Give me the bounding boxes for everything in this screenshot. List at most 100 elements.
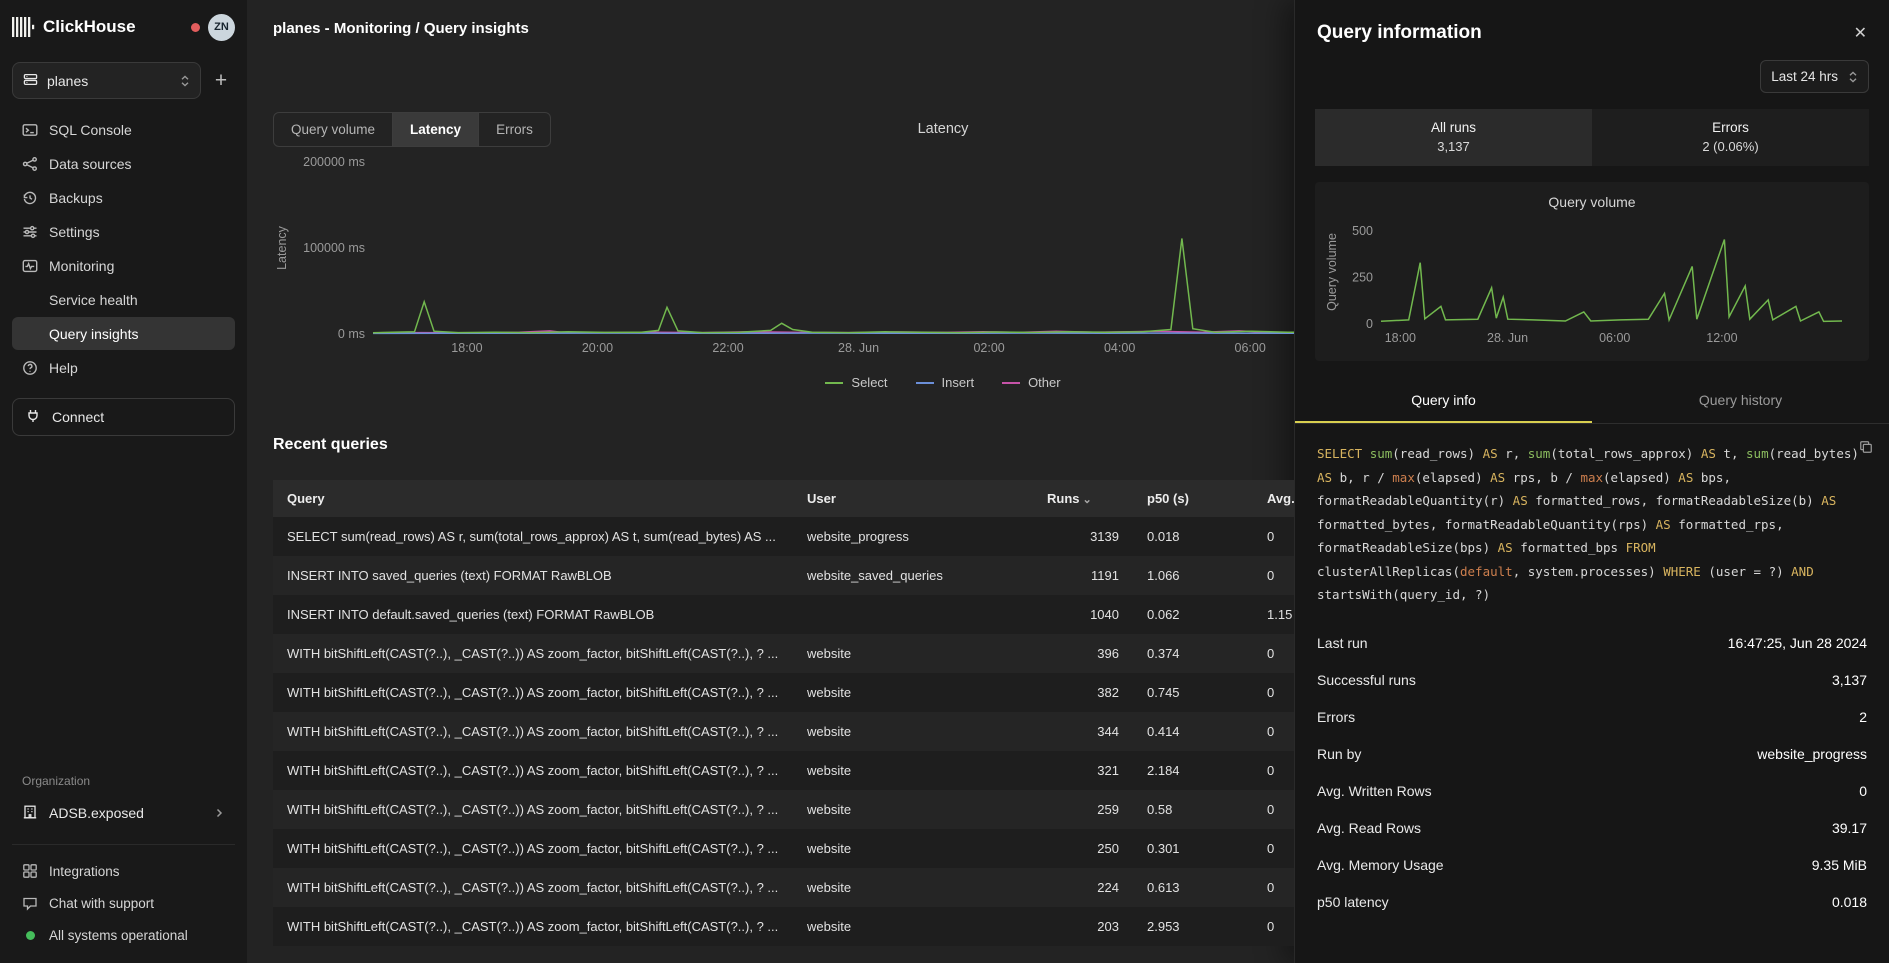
column-header-p50[interactable]: p50 (s)	[1133, 480, 1253, 517]
sidebar-item-help[interactable]: Help	[12, 351, 235, 384]
recent-queries-title: Recent queries	[273, 436, 1294, 454]
avatar[interactable]: ZN	[208, 14, 235, 41]
cell-runs: 250	[1033, 829, 1133, 868]
column-header-runs[interactable]: Runs⌄	[1033, 480, 1133, 517]
sidebar-item-label: Settings	[49, 224, 100, 240]
detail-value: 16:47:25, Jun 28 2024	[1728, 635, 1867, 651]
detail-row: p50 latency 0.018	[1317, 884, 1867, 921]
sidebar-item-backups[interactable]: Backups	[12, 181, 235, 214]
clickhouse-logo-icon	[12, 17, 35, 37]
table-row[interactable]: WITH bitShiftLeft(CAST(?..), _CAST(?..))…	[273, 790, 1294, 829]
detail-row: Errors 2	[1317, 699, 1867, 736]
detail-label: Last run	[1317, 635, 1368, 651]
table-row[interactable]: SELECT sum(read_rows) AS r, sum(total_ro…	[273, 517, 1294, 556]
legend-item[interactable]: Insert	[916, 375, 975, 390]
detail-label: Run by	[1317, 746, 1361, 762]
sidebar-item-data-sources[interactable]: Data sources	[12, 147, 235, 180]
detail-label: Avg. Memory Usage	[1317, 857, 1444, 873]
copy-icon[interactable]	[1859, 440, 1873, 457]
sidebar-item-label: Query insights	[49, 326, 138, 342]
brand-name: ClickHouse	[43, 17, 136, 37]
query-details: Last run 16:47:25, Jun 28 2024 Successfu…	[1295, 615, 1889, 921]
tab-query-volume[interactable]: Query volume	[274, 113, 393, 146]
detail-value: 9.35 MiB	[1812, 857, 1867, 873]
cell-avg: 0	[1253, 712, 1294, 751]
table-row[interactable]: WITH bitShiftLeft(CAST(?..), _CAST(?..))…	[273, 829, 1294, 868]
table-row[interactable]: INSERT INTO saved_queries (text) FORMAT …	[273, 556, 1294, 595]
sidebar-item-service-health[interactable]: Service health	[12, 283, 235, 316]
stat-tab-errors[interactable]: Errors 2 (0.06%)	[1592, 109, 1869, 166]
notification-dot[interactable]	[191, 23, 200, 32]
sidebar-item-monitoring[interactable]: Monitoring	[12, 249, 235, 282]
table-row[interactable]: WITH bitShiftLeft(CAST(?..), _CAST(?..))…	[273, 907, 1294, 946]
close-icon[interactable]: ✕	[1854, 23, 1867, 43]
sidebar-item-system-status[interactable]: All systems operational	[12, 919, 235, 951]
column-header-avg[interactable]: Avg.	[1253, 480, 1294, 517]
panel-title: Query information	[1317, 22, 1482, 44]
service-selector[interactable]: planes	[12, 62, 201, 99]
table-row[interactable]: INSERT INTO default.saved_queries (text)…	[273, 595, 1294, 634]
panel-header: Query information ✕	[1295, 0, 1889, 52]
main-content: planes - Monitoring / Query insights Que…	[247, 0, 1294, 963]
svg-text:28. Jun: 28. Jun	[1487, 331, 1528, 345]
detail-value: website_progress	[1757, 746, 1867, 762]
app-root: ClickHouse ZN planes + SQL Console Data …	[0, 0, 1889, 963]
stat-tab-all-runs[interactable]: All runs 3,137	[1315, 109, 1592, 166]
time-range-value: Last 24 hrs	[1771, 69, 1838, 84]
sidebar-item-chat-support[interactable]: Chat with support	[12, 887, 235, 919]
organization-label: Organization	[22, 774, 225, 788]
tab-query-history[interactable]: Query history	[1592, 379, 1889, 423]
cell-avg: 0	[1253, 790, 1294, 829]
brand[interactable]: ClickHouse	[12, 17, 136, 37]
tab-latency[interactable]: Latency	[393, 113, 479, 146]
cell-runs: 382	[1033, 673, 1133, 712]
organization-section: Organization ADSB.exposed	[12, 774, 235, 830]
detail-value: 3,137	[1832, 672, 1867, 688]
connect-button[interactable]: Connect	[12, 398, 235, 436]
table-row[interactable]: WITH bitShiftLeft(CAST(?..), _CAST(?..))…	[273, 751, 1294, 790]
latency-legend: Select Insert Other	[273, 375, 1294, 390]
sidebar-item-integrations[interactable]: Integrations	[12, 855, 235, 887]
table-row[interactable]: WITH bitShiftLeft(CAST(?..), _CAST(?..))…	[273, 634, 1294, 673]
stat-tab-label: All runs	[1315, 120, 1592, 135]
add-service-button[interactable]: +	[207, 67, 235, 95]
legend-item[interactable]: Other	[1002, 375, 1061, 390]
cell-p50: 0.018	[1133, 517, 1253, 556]
table-row[interactable]: WITH bitShiftLeft(CAST(?..), _CAST(?..))…	[273, 673, 1294, 712]
svg-text:18:00: 18:00	[1385, 331, 1416, 345]
cell-avg: 0	[1253, 634, 1294, 673]
table-row[interactable]: WITH bitShiftLeft(CAST(?..), _CAST(?..))…	[273, 712, 1294, 751]
sliders-icon	[22, 224, 38, 240]
cell-user: website	[793, 634, 1033, 673]
organization-item[interactable]: ADSB.exposed	[12, 796, 235, 830]
cell-runs: 396	[1033, 634, 1133, 673]
cell-p50: 0.58	[1133, 790, 1253, 829]
cell-runs: 1040	[1033, 595, 1133, 634]
svg-text:22:00: 22:00	[712, 341, 743, 355]
sidebar-nav: SQL Console Data sources Backups Setting…	[12, 113, 235, 384]
stat-tab-value: 2 (0.06%)	[1592, 139, 1869, 154]
table-row[interactable]: WITH bitShiftLeft(CAST(?..), _CAST(?..))…	[273, 868, 1294, 907]
cell-p50: 0.062	[1133, 595, 1253, 634]
detail-label: p50 latency	[1317, 894, 1389, 910]
cell-avg: 0	[1253, 829, 1294, 868]
sidebar-header: ClickHouse ZN	[12, 0, 235, 54]
column-header-user[interactable]: User	[793, 480, 1033, 517]
legend-item[interactable]: Select	[825, 375, 887, 390]
cell-user: website	[793, 907, 1033, 946]
cell-query: WITH bitShiftLeft(CAST(?..), _CAST(?..))…	[273, 907, 793, 946]
sidebar-item-settings[interactable]: Settings	[12, 215, 235, 248]
tab-query-info[interactable]: Query info	[1295, 379, 1592, 423]
cell-query: WITH bitShiftLeft(CAST(?..), _CAST(?..))…	[273, 868, 793, 907]
sidebar-item-sql-console[interactable]: SQL Console	[12, 113, 235, 146]
sql-code[interactable]: SELECT sum(read_rows) AS r, sum(total_ro…	[1317, 446, 1859, 602]
sidebar-item-query-insights[interactable]: Query insights	[12, 317, 235, 350]
time-range-select[interactable]: Last 24 hrs	[1760, 60, 1869, 93]
detail-row: Last run 16:47:25, Jun 28 2024	[1317, 625, 1867, 662]
sidebar-footer: Integrations Chat with support All syste…	[12, 844, 235, 963]
tab-errors[interactable]: Errors	[479, 113, 550, 146]
column-header-query[interactable]: Query	[273, 480, 793, 517]
svg-text:06:00: 06:00	[1235, 341, 1266, 355]
svg-text:Latency: Latency	[275, 225, 289, 270]
svg-text:250: 250	[1352, 271, 1373, 285]
